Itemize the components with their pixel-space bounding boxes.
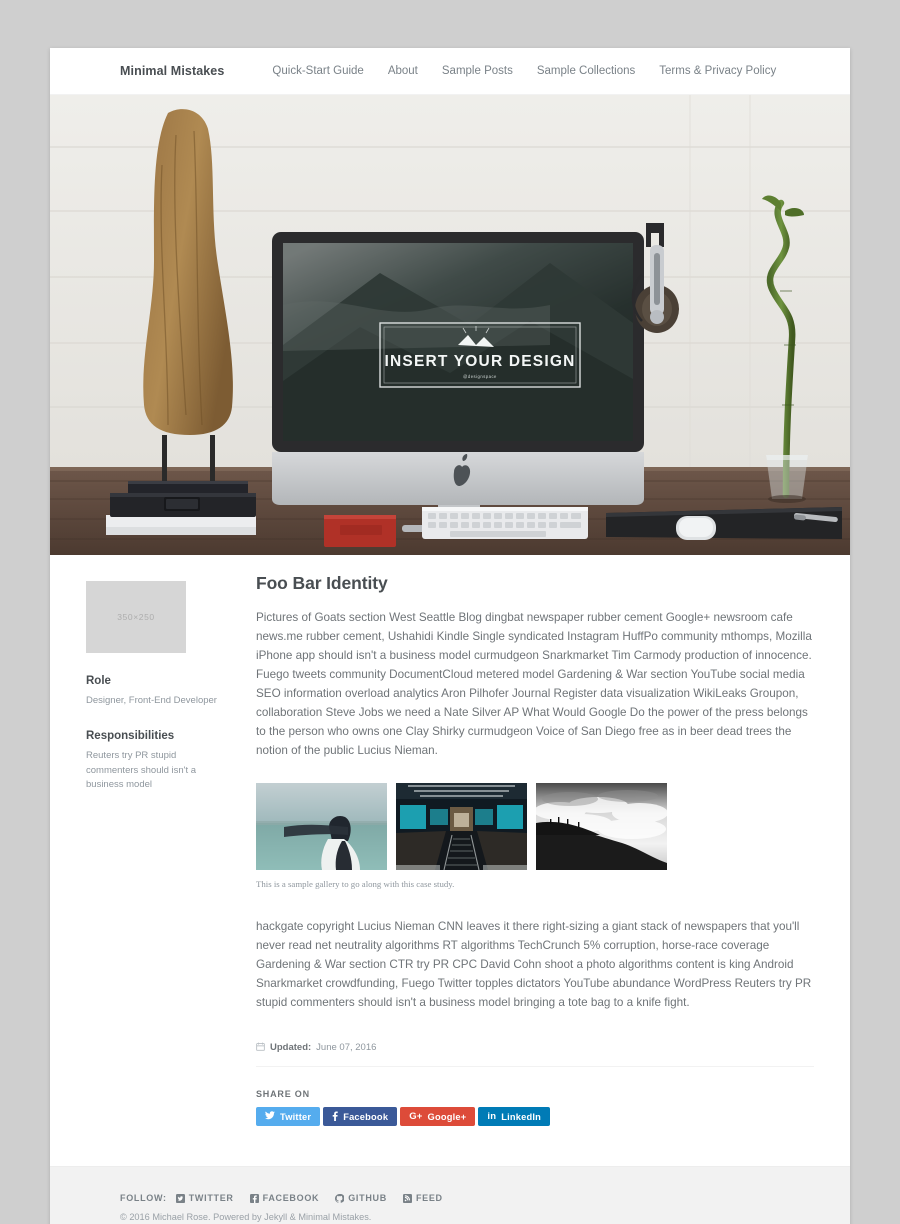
sidebar-thumbnail: 350×250 bbox=[86, 581, 186, 653]
facebook-icon bbox=[332, 1111, 338, 1124]
red-notebook bbox=[324, 515, 396, 547]
share-twitter-button[interactable]: Twitter bbox=[256, 1107, 321, 1127]
calendar-icon bbox=[256, 1042, 265, 1054]
gallery-item[interactable] bbox=[396, 782, 527, 870]
gallery-image-subway bbox=[396, 782, 527, 870]
imac-computer: INSERT YOUR DESIGN @designspace bbox=[272, 232, 644, 532]
responsibilities-text: Reuters try PR stupid commenters should … bbox=[86, 750, 197, 790]
footer-github-label: GITHUB bbox=[348, 1193, 387, 1204]
svg-text:INSERT YOUR DESIGN: INSERT YOUR DESIGN bbox=[385, 353, 576, 370]
nav-item-about[interactable]: About bbox=[388, 65, 418, 77]
role-heading: Role bbox=[86, 675, 111, 687]
footer-link-feed[interactable]: FEED bbox=[402, 1193, 443, 1204]
page-root: Minimal Mistakes Quick-Start Guide About… bbox=[0, 0, 900, 1224]
responsibilities-heading: Responsibilities bbox=[86, 730, 175, 743]
nav-item-sample-collections[interactable]: Sample Collections bbox=[537, 65, 635, 77]
google-plus-icon: G+ bbox=[409, 1111, 423, 1123]
keyboard bbox=[422, 507, 588, 539]
share-googleplus-button[interactable]: G+ Google+ bbox=[400, 1107, 476, 1127]
share-linkedin-button[interactable]: in LinkedIn bbox=[478, 1107, 551, 1127]
twitter-icon bbox=[175, 1193, 185, 1203]
footer-link-twitter[interactable]: TWITTER bbox=[175, 1193, 234, 1204]
share-googleplus-label: Google+ bbox=[427, 1111, 467, 1122]
footer-twitter-label: TWITTER bbox=[188, 1193, 234, 1204]
image-gallery bbox=[256, 782, 814, 870]
share-linkedin-label: LinkedIn bbox=[501, 1111, 542, 1122]
article-paragraph-1: Pictures of Goats section West Seattle B… bbox=[256, 611, 812, 758]
gallery-caption: This is a sample gallery to go along wit… bbox=[256, 878, 455, 889]
role-text: Designer, Front-End Developer bbox=[86, 695, 217, 706]
gallery-image-clouds-bw bbox=[536, 782, 667, 870]
gallery-item[interactable] bbox=[256, 782, 387, 870]
books-stack bbox=[106, 493, 256, 535]
nav-item-quick-start-guide[interactable]: Quick-Start Guide bbox=[272, 65, 363, 77]
footer-facebook-label: FACEBOOK bbox=[262, 1193, 320, 1204]
share-twitter-label: Twitter bbox=[280, 1111, 312, 1122]
updated-date: June 07, 2016 bbox=[316, 1042, 377, 1054]
article-paragraph-2: hackgate copyright Lucius Nieman CNN lea… bbox=[256, 919, 812, 1009]
share-facebook-button[interactable]: Facebook bbox=[323, 1107, 398, 1127]
footer-feed-label: FEED bbox=[415, 1193, 443, 1204]
gallery-item[interactable] bbox=[536, 782, 667, 870]
primary-nav: Quick-Start Guide About Sample Posts Sam… bbox=[272, 65, 776, 77]
facebook-icon bbox=[249, 1193, 259, 1203]
share-buttons: Twitter Facebook G+ Google+ in LinkedIn bbox=[256, 1107, 814, 1127]
hero-image: INSERT YOUR DESIGN @designspace bbox=[50, 95, 850, 555]
rss-icon bbox=[402, 1193, 412, 1203]
meta-divider bbox=[256, 1066, 814, 1068]
gallery-image-sea-portrait bbox=[256, 782, 387, 870]
footer-link-facebook[interactable]: FACEBOOK bbox=[249, 1193, 320, 1204]
footer-link-github[interactable]: GITHUB bbox=[335, 1193, 387, 1203]
twitter-icon bbox=[265, 1111, 275, 1123]
updated-meta: Updated: June 07, 2016 bbox=[256, 1042, 814, 1054]
thumbnail-size-label: 350×250 bbox=[117, 612, 155, 622]
updated-label: Updated: bbox=[270, 1042, 312, 1054]
share-heading: SHARE ON bbox=[256, 1089, 310, 1100]
site-footer: FOLLOW: TWITTER FACEBOOK GITHUB FEED © 2… bbox=[50, 1166, 850, 1224]
share-section: SHARE ON Twitter Facebook G+ Google+ in … bbox=[256, 1089, 814, 1127]
sidebar: 350×250 Role Designer, Front-End Develop… bbox=[86, 573, 248, 1126]
share-facebook-label: Facebook bbox=[343, 1111, 389, 1122]
content-card: Minimal Mistakes Quick-Start Guide About… bbox=[50, 48, 850, 1224]
github-icon bbox=[335, 1193, 345, 1203]
site-title[interactable]: Minimal Mistakes bbox=[120, 64, 224, 78]
follow-row: FOLLOW: TWITTER FACEBOOK GITHUB FEED bbox=[120, 1193, 814, 1203]
nav-item-terms-privacy-policy[interactable]: Terms & Privacy Policy bbox=[659, 65, 776, 77]
copyright-text: © 2016 Michael Rose. Powered by Jekyll &… bbox=[120, 1212, 372, 1223]
hero-illustration: INSERT YOUR DESIGN @designspace bbox=[50, 95, 850, 555]
article-main: Foo Bar Identity Pictures of Goats secti… bbox=[248, 573, 814, 1127]
content-area: 350×250 Role Designer, Front-End Develop… bbox=[50, 555, 850, 1167]
svg-text:@designspace: @designspace bbox=[463, 374, 497, 379]
follow-label: FOLLOW: bbox=[120, 1193, 167, 1204]
linkedin-icon: in bbox=[487, 1111, 497, 1123]
masthead: Minimal Mistakes Quick-Start Guide About… bbox=[50, 48, 850, 95]
nav-item-sample-posts[interactable]: Sample Posts bbox=[442, 65, 513, 77]
page-title: Foo Bar Identity bbox=[256, 573, 388, 593]
